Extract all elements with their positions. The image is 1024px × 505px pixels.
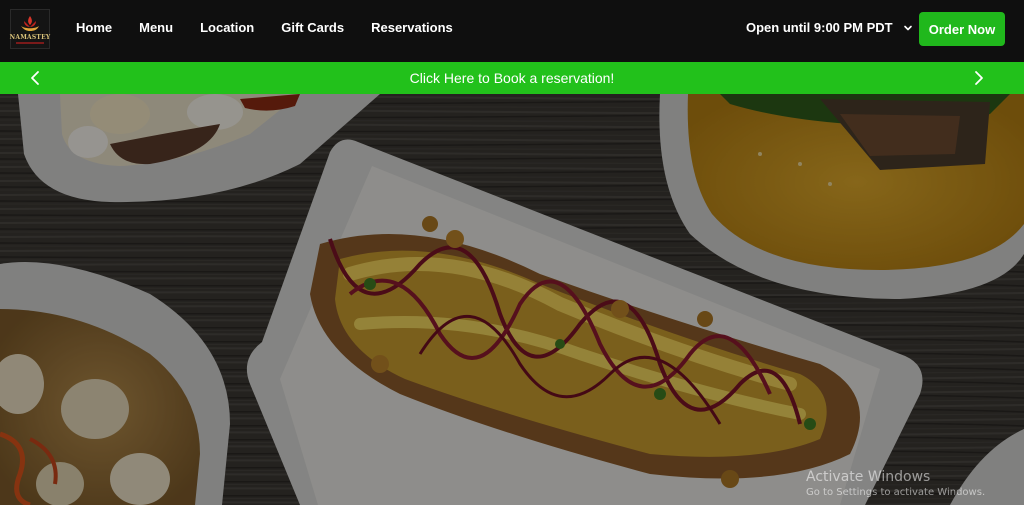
nav-menu-link[interactable]: Menu	[139, 20, 173, 36]
chevron-right-icon[interactable]	[970, 70, 986, 86]
nav-gift-cards-link[interactable]: Gift Cards	[281, 20, 344, 36]
food-illustration	[0, 94, 1024, 505]
nav-reservations-link[interactable]: Reservations	[371, 20, 453, 36]
nav-location-link[interactable]: Location	[200, 20, 254, 36]
watermark-subtitle: Go to Settings to activate Windows.	[806, 487, 986, 498]
restaurant-logo[interactable]: NAMASTEY	[10, 9, 50, 49]
reservation-banner: Click Here to Book a reservation!	[0, 62, 1024, 94]
book-reservation-link[interactable]: Click Here to Book a reservation!	[0, 62, 1024, 94]
chevron-left-icon[interactable]	[28, 70, 44, 86]
hero-dark-overlay	[0, 94, 1024, 505]
logo-wordmark: NAMASTEY	[9, 33, 51, 41]
hours-dropdown[interactable]: Open until 9:00 PM PDT	[746, 20, 913, 35]
watermark-title: Activate Windows	[806, 469, 931, 485]
order-now-button[interactable]: Order Now	[919, 12, 1005, 46]
activate-windows-watermark: Activate Windows Go to Settings to activ…	[806, 468, 985, 500]
chevron-down-icon	[903, 25, 912, 30]
logo-underline	[16, 41, 44, 44]
main-nav: Home Menu Location Gift Cards Reservatio…	[76, 20, 480, 36]
hours-label: Open until 9:00 PM PDT	[746, 20, 893, 35]
hero-food-image	[0, 94, 1024, 505]
nav-home-link[interactable]: Home	[76, 20, 112, 36]
top-navigation-bar: NAMASTEY Home Menu Location Gift Cards R…	[0, 0, 1024, 62]
flame-lotus-icon	[21, 15, 39, 31]
